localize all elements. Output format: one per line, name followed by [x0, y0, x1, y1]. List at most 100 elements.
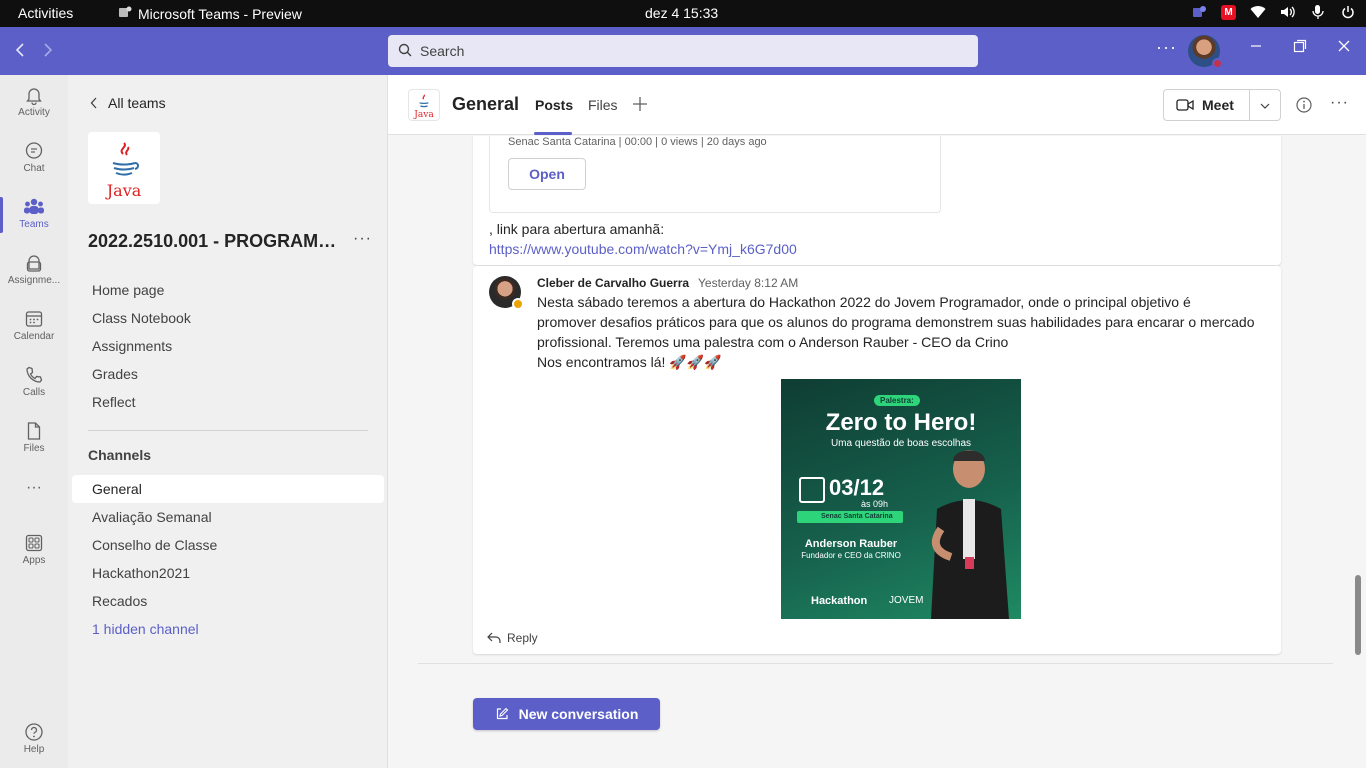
channel-hackathon2021[interactable]: Hackathon2021: [72, 559, 384, 587]
rail-more[interactable]: ···: [0, 473, 68, 529]
team-panel: All teams Java 2022.2510.001 - PROGRAMAD…: [68, 75, 388, 768]
app-name: Microsoft Teams - Preview: [138, 5, 302, 22]
status-busy-badge: [1212, 58, 1223, 69]
teams-tray-icon[interactable]: [1191, 4, 1207, 20]
team-logo-text: Java: [106, 181, 142, 200]
teams-app-icon: [118, 5, 132, 22]
rail-label: Assignme...: [7, 275, 61, 286]
rail-assignments[interactable]: Assignme...: [0, 243, 68, 299]
activities-button[interactable]: Activities: [18, 5, 73, 21]
team-tab-home-page[interactable]: Home page: [92, 282, 164, 298]
app-menu[interactable]: Microsoft Teams - Preview: [118, 5, 302, 22]
minimize-icon[interactable]: [1244, 39, 1268, 57]
search-placeholder: Search: [420, 43, 465, 59]
reply-button[interactable]: Reply: [487, 631, 538, 645]
divider: [418, 663, 1333, 664]
system-top-bar: Activities Microsoft Teams - Preview dez…: [0, 0, 1366, 27]
team-tab-grades[interactable]: Grades: [92, 366, 138, 382]
search-input[interactable]: Search: [388, 35, 978, 67]
open-button[interactable]: Open: [508, 158, 586, 190]
profile-avatar[interactable]: [1188, 35, 1223, 69]
poster-speaker: Anderson Rauber: [804, 538, 898, 550]
power-icon[interactable]: [1340, 4, 1356, 20]
scrollbar[interactable]: [1355, 575, 1361, 655]
close-icon[interactable]: [1332, 39, 1356, 57]
chevron-left-icon: [90, 97, 97, 109]
poster-channel: Senac Santa Catarina: [821, 513, 893, 520]
rail-chat[interactable]: Chat: [0, 131, 68, 187]
rail-help[interactable]: Help: [0, 712, 68, 768]
team-tab-class-notebook[interactable]: Class Notebook: [92, 310, 191, 326]
maximize-icon[interactable]: [1288, 39, 1312, 58]
reply-arrow-icon: [487, 632, 501, 643]
youtube-link[interactable]: https://www.youtube.com/watch?v=Ymj_k6G7…: [489, 241, 797, 257]
bell-icon: [26, 88, 42, 105]
back-arrow-icon[interactable]: [14, 41, 26, 62]
channel-general[interactable]: General: [72, 475, 384, 503]
author-avatar[interactable]: [489, 276, 524, 310]
hidden-channels-link[interactable]: 1 hidden channel: [72, 615, 384, 643]
channel-header: Java General Posts Files Meet ···: [388, 75, 1366, 135]
poster-hour: às 09h: [861, 499, 889, 509]
team-tab-reflect[interactable]: Reflect: [92, 394, 136, 410]
message-line: Nesta sábado teremos a abertura do Hacka…: [537, 294, 1191, 310]
info-icon[interactable]: [1296, 97, 1312, 118]
speaker-photo: [931, 450, 1009, 619]
settings-more-button[interactable]: ···: [1156, 37, 1177, 58]
chevron-down-icon[interactable]: [1250, 98, 1280, 112]
channel-more-options-icon[interactable]: ···: [1330, 94, 1349, 112]
posts-feed: Senac Santa Catarina | 00:00 | 0 views |…: [388, 136, 1366, 768]
tab-posts[interactable]: Posts: [535, 97, 573, 113]
message-line: Nos encontramos lá! 🚀🚀🚀: [537, 354, 722, 370]
meet-button[interactable]: Meet: [1163, 89, 1281, 121]
channel-logo: Java: [408, 89, 440, 121]
microphone-icon[interactable]: [1310, 4, 1326, 20]
team-logo: Java: [88, 132, 160, 204]
rail-calls[interactable]: Calls: [0, 355, 68, 411]
teams-title-bar: Search ···: [0, 27, 1366, 75]
clock[interactable]: dez 4 15:33: [645, 5, 718, 21]
search-icon: [398, 43, 412, 60]
forward-arrow-icon[interactable]: [42, 41, 54, 62]
rail-label: Teams: [19, 219, 49, 230]
add-tab-icon[interactable]: [632, 92, 648, 118]
calendar-icon: [799, 477, 825, 503]
author-name[interactable]: Cleber de Carvalho Guerra: [537, 276, 689, 290]
new-conversation-label: New conversation: [518, 706, 639, 722]
link-preview-card[interactable]: Senac Santa Catarina | 00:00 | 0 views |…: [489, 136, 941, 213]
channel-avaliacao-semanal[interactable]: Avaliação Semanal: [72, 503, 384, 531]
mail-tray-icon[interactable]: M: [1221, 4, 1236, 20]
calendar-icon: [25, 311, 43, 327]
rail-apps[interactable]: Apps: [0, 523, 68, 579]
poster-role: Fundador e CEO da CRINO: [801, 551, 901, 560]
rail-label: Help: [23, 744, 45, 755]
all-teams-link[interactable]: All teams: [90, 95, 166, 111]
meet-now-button[interactable]: Meet: [1164, 90, 1250, 120]
poster-date: 03/12: [829, 475, 885, 500]
team-tab-assignments[interactable]: Assignments: [92, 338, 172, 354]
poster-pill: Palestra:: [874, 395, 920, 406]
rail-teams[interactable]: Teams: [0, 187, 68, 243]
java-cup-icon: [112, 142, 139, 176]
video-camera-icon: [1176, 99, 1194, 111]
team-name: 2022.2510.001 - PROGRAMADOR DE SISTEMAS: [88, 231, 338, 251]
apps-icon: [25, 534, 43, 552]
message-line: promover desafios práticos para que os a…: [537, 314, 1255, 330]
system-tray: M: [1191, 4, 1356, 20]
channel-conselho-de-classe[interactable]: Conselho de Classe: [72, 531, 384, 559]
team-more-options-icon[interactable]: ···: [353, 230, 372, 248]
rail-files[interactable]: Files: [0, 411, 68, 467]
assignments-icon: [26, 255, 42, 272]
event-poster-image[interactable]: Palestra: Zero to Hero! Uma questão de b…: [781, 379, 1021, 619]
tab-files[interactable]: Files: [588, 97, 618, 113]
rail-label: Activity: [18, 107, 50, 118]
new-conversation-button[interactable]: New conversation: [473, 698, 660, 730]
compose-icon: [496, 707, 508, 720]
rail-calendar[interactable]: Calendar: [0, 299, 68, 355]
status-away-badge: [512, 298, 524, 310]
wifi-icon[interactable]: [1250, 4, 1266, 20]
volume-icon[interactable]: [1280, 4, 1296, 20]
rail-activity[interactable]: Activity: [0, 75, 68, 131]
channel-recados[interactable]: Recados: [72, 587, 384, 615]
file-icon: [27, 422, 41, 440]
